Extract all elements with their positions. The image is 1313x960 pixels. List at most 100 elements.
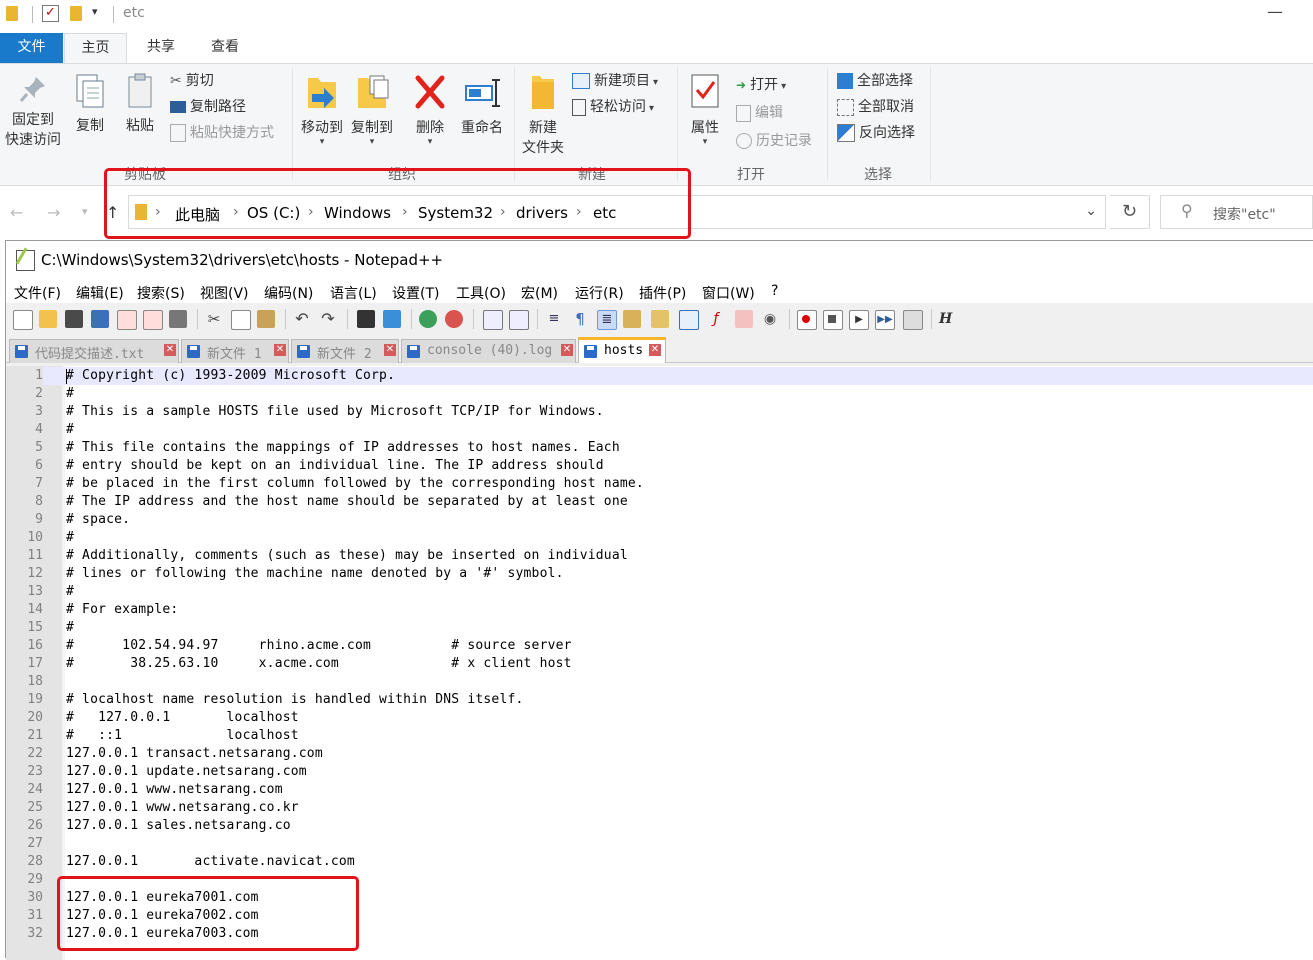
new-item-button[interactable]: 新建项目 ▾	[572, 70, 658, 92]
cut-icon[interactable]: ✂	[205, 310, 223, 328]
code-line[interactable]: 9 # space.	[6, 511, 1313, 529]
file-tab[interactable]: 代码提交描述.txt ✕	[9, 339, 179, 363]
code-line[interactable]: 21 # ::1 localhost	[6, 727, 1313, 745]
file-tab[interactable]: console (40).log ✕	[401, 339, 576, 363]
replace-icon[interactable]	[383, 310, 401, 328]
doc-list-icon[interactable]	[735, 310, 753, 328]
code-line[interactable]: 1 # Copyright (c) 1993-2009 Microsoft Cor…	[6, 367, 1313, 385]
code-line[interactable]: 26 127.0.0.1 sales.netsarang.co	[6, 817, 1313, 835]
menu-settings[interactable]: 设置(T)	[392, 283, 439, 303]
minimize-button[interactable]: —	[1267, 2, 1283, 21]
code-line[interactable]: 29	[6, 871, 1313, 889]
code-editor[interactable]: 1 # Copyright (c) 1993-2009 Microsoft Cor…	[6, 366, 1313, 960]
breadcrumb-windows[interactable]: Windows	[324, 204, 391, 222]
cut-button[interactable]: ✂ 剪切	[170, 70, 214, 92]
chevron-right-icon[interactable]: ›	[402, 204, 408, 220]
menu-search[interactable]: 搜索(S)	[137, 283, 185, 303]
chevron-right-icon[interactable]: ›	[233, 204, 239, 220]
code-line[interactable]: 22 127.0.0.1 transact.netsarang.com	[6, 745, 1313, 763]
code-line[interactable]: 30 127.0.0.1 eureka7001.com	[6, 889, 1313, 907]
chevron-right-icon[interactable]: ›	[155, 204, 161, 220]
copy-button[interactable]: 复制	[68, 72, 112, 136]
menu-language[interactable]: 语言(L)	[330, 283, 377, 303]
file-tab[interactable]: 新文件 1 ✕	[181, 339, 289, 363]
paste-button[interactable]: 粘贴	[118, 72, 162, 136]
code-line[interactable]: 24 127.0.0.1 www.netsarang.com	[6, 781, 1313, 799]
forward-arrow-icon[interactable]: →	[47, 203, 60, 222]
code-line[interactable]: 25 127.0.0.1 www.netsarang.co.kr	[6, 799, 1313, 817]
easy-access-button[interactable]: 轻松访问 ▾	[572, 96, 654, 118]
code-line[interactable]: 8 # The IP address and the host name shou…	[6, 493, 1313, 511]
code-line[interactable]: 27	[6, 835, 1313, 853]
close-tab-icon[interactable]: ✕	[384, 344, 396, 356]
code-line[interactable]: 16 # 102.54.94.97 rhino.acme.com # source…	[6, 637, 1313, 655]
invert-selection-button[interactable]: 反向选择	[837, 122, 915, 144]
undo-icon[interactable]: ↶	[293, 310, 311, 328]
code-line[interactable]: 32 127.0.0.1 eureka7003.com	[6, 925, 1313, 943]
close-tab-icon[interactable]: ✕	[274, 344, 286, 356]
code-line[interactable]: 4 #	[6, 421, 1313, 439]
close-tab-icon[interactable]: ✕	[164, 344, 176, 356]
breadcrumb-this-pc[interactable]: 此电脑	[175, 204, 220, 225]
menu-edit[interactable]: 编辑(E)	[76, 283, 124, 303]
close-tab-icon[interactable]: ✕	[649, 344, 661, 356]
code-line[interactable]: 18	[6, 673, 1313, 691]
code-line[interactable]: 6 # entry should be kept on an individual…	[6, 457, 1313, 475]
chevron-right-icon[interactable]: ›	[308, 204, 314, 220]
word-wrap-icon[interactable]: ≡	[545, 310, 563, 328]
monitoring-eye-icon[interactable]: ◉	[761, 310, 779, 328]
stop-macro-icon[interactable]	[823, 310, 843, 330]
code-line[interactable]: 7 # be placed in the first column followe…	[6, 475, 1313, 493]
open-button[interactable]: ➜ 打开 ▾	[736, 74, 786, 96]
search-input[interactable]: ⚲ 搜索"etc"	[1160, 195, 1313, 229]
pin-to-quick-access-button[interactable]: 固定到 快速访问	[2, 74, 64, 150]
tab-share[interactable]: 共享	[130, 33, 192, 63]
address-history-chevron-icon[interactable]: ⌄	[1085, 203, 1097, 219]
code-line[interactable]: 14 # For example:	[6, 601, 1313, 619]
code-line[interactable]: 2 #	[6, 385, 1313, 403]
code-line[interactable]: 5 # This file contains the mappings of IP…	[6, 439, 1313, 457]
tab-view[interactable]: 查看	[194, 33, 256, 63]
rename-button[interactable]: 重命名	[456, 72, 508, 138]
code-line[interactable]: 12 # lines or following the machine name …	[6, 565, 1313, 583]
record-macro-icon[interactable]	[797, 310, 817, 330]
print-icon[interactable]	[169, 310, 187, 328]
zoom-out-icon[interactable]	[445, 310, 463, 328]
customize-quick-access-dropdown-icon[interactable]: ▾	[92, 5, 98, 18]
plugin-h-icon[interactable]: H	[939, 310, 957, 328]
address-path[interactable]: › 此电脑 › OS (C:) › Windows › System32 › d…	[128, 195, 1106, 229]
save-icon[interactable]	[65, 310, 83, 328]
code-line[interactable]: 10 #	[6, 529, 1313, 547]
close-file-icon[interactable]	[117, 310, 137, 330]
breadcrumb-os-c[interactable]: OS (C:)	[247, 204, 300, 222]
back-arrow-icon[interactable]: ←	[10, 203, 23, 222]
menu-macro[interactable]: 宏(M)	[521, 283, 558, 303]
code-line[interactable]: 19 # localhost name resolution is handled…	[6, 691, 1313, 709]
code-line[interactable]: 20 # 127.0.0.1 localhost	[6, 709, 1313, 727]
delete-button[interactable]: 删除 ▾	[408, 72, 452, 147]
paste-icon[interactable]	[257, 310, 275, 328]
sync-vertical-icon[interactable]	[483, 310, 503, 330]
tab-file[interactable]: 文件	[0, 33, 63, 63]
menu-file[interactable]: 文件(F)	[14, 283, 61, 303]
menu-window[interactable]: 窗口(W)	[702, 283, 755, 303]
save-macro-icon[interactable]	[903, 310, 923, 330]
code-line[interactable]: 31 127.0.0.1 eureka7002.com	[6, 907, 1313, 925]
code-line[interactable]: 15 #	[6, 619, 1313, 637]
chevron-right-icon[interactable]: ›	[576, 204, 582, 220]
function-list-icon[interactable]	[679, 310, 699, 330]
folder-as-workspace-icon[interactable]: ƒ	[707, 310, 725, 328]
code-line[interactable]: 17 # 38.25.63.10 x.acme.com # x client ho…	[6, 655, 1313, 673]
copy-path-button[interactable]: 复制路径	[170, 96, 246, 118]
breadcrumb-drivers[interactable]: drivers	[516, 204, 568, 222]
find-icon[interactable]	[357, 310, 375, 328]
code-line[interactable]: 13 #	[6, 583, 1313, 601]
code-line[interactable]: 3 # This is a sample HOSTS file used by M…	[6, 403, 1313, 421]
file-tab[interactable]: 新文件 2 ✕	[291, 339, 399, 363]
zoom-in-icon[interactable]	[419, 310, 437, 328]
indent-guide-icon[interactable]: ≣	[597, 310, 617, 330]
menu-tools[interactable]: 工具(O)	[456, 283, 506, 303]
show-all-characters-icon[interactable]: ¶	[571, 310, 589, 328]
code-line[interactable]: 23 127.0.0.1 update.netsarang.com	[6, 763, 1313, 781]
select-none-button[interactable]: 全部取消	[837, 96, 914, 118]
